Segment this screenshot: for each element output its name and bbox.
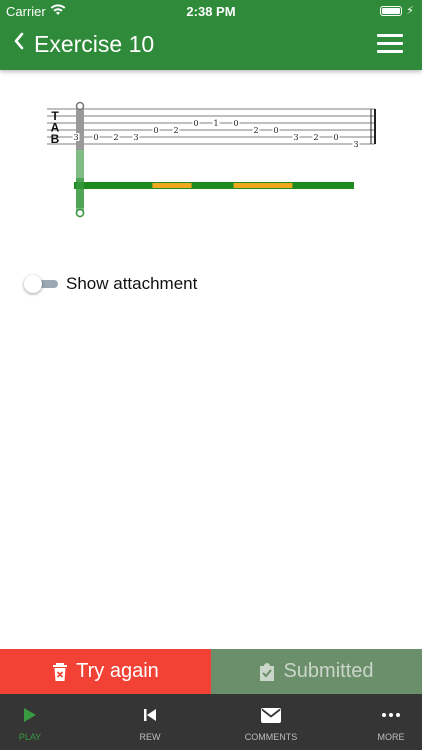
tab-fret-number: 3 xyxy=(353,140,358,149)
action-bar: Try again Submitted xyxy=(0,649,422,694)
timeline-highlight xyxy=(152,183,192,188)
tab-more-label: MORE xyxy=(377,732,405,742)
tab-fret-number: 2 xyxy=(173,126,178,135)
tab-fret-number: 0 xyxy=(233,119,238,128)
playhead-staff-section xyxy=(76,105,84,150)
playhead-top-handle xyxy=(75,101,85,111)
submitted-button[interactable]: Submitted xyxy=(211,649,422,694)
tab-fret-number: 1 xyxy=(213,119,218,128)
clipboard-check-icon xyxy=(260,662,275,681)
tab-rew-label: REW xyxy=(139,732,161,742)
tab-play-label: PLAY xyxy=(18,732,42,742)
trash-icon xyxy=(53,662,68,681)
tab-fret-number: 2 xyxy=(253,126,258,135)
tab-comments[interactable]: COMMENTS xyxy=(231,694,311,750)
charging-bolt-icon: ⚡ xyxy=(406,5,414,17)
rewind-icon xyxy=(144,709,156,721)
menu-button[interactable] xyxy=(377,34,403,54)
tab-fret-number: 0 xyxy=(193,119,198,128)
tab-rew[interactable]: REW xyxy=(110,694,190,750)
playhead-overlay xyxy=(76,178,84,208)
tab-fret-number: 0 xyxy=(273,126,278,135)
show-attachment-switch[interactable] xyxy=(24,274,58,294)
more-dots-icon xyxy=(382,713,400,717)
tab-fret-number: 3 xyxy=(73,133,78,142)
submitted-label: Submitted xyxy=(283,660,374,682)
tab-comments-label: COMMENTS xyxy=(244,732,298,742)
play-icon xyxy=(24,708,36,722)
tab-fret-number: 3 xyxy=(133,133,138,142)
playhead-bottom-handle xyxy=(75,208,85,218)
tab-play[interactable]: PLAY xyxy=(0,694,70,750)
chevron-left-icon xyxy=(14,32,24,50)
clock: 2:38 PM xyxy=(186,4,236,19)
tab-staff: TAB302302010203203 xyxy=(44,100,380,224)
try-again-button[interactable]: Try again xyxy=(0,649,211,694)
tab-more[interactable]: MORE xyxy=(351,694,422,750)
envelope-icon xyxy=(261,707,281,723)
timeline-highlight xyxy=(233,183,293,188)
try-again-label: Try again xyxy=(76,660,159,682)
back-button[interactable] xyxy=(10,30,28,52)
tab-fret-number: 0 xyxy=(93,133,98,142)
status-bar: Carrier 2:38 PM ⚡ xyxy=(0,0,422,22)
tablature: TAB 3 0 2 30 20 1 02 03 2 03 xyxy=(47,101,376,218)
tab-fret-number: 3 xyxy=(293,133,298,142)
tab-fret-number: 2 xyxy=(113,133,118,142)
show-attachment-label: Show attachment xyxy=(66,274,198,293)
timeline-bar xyxy=(74,182,354,189)
page-title: Exercise 10 xyxy=(34,31,155,57)
show-attachment-row[interactable]: Show attachment xyxy=(24,271,197,297)
tab-clef-letter: B xyxy=(51,132,60,146)
tab-fret-number: 0 xyxy=(153,126,158,135)
battery-icon xyxy=(380,6,402,16)
app-header: Carrier 2:38 PM ⚡ Exercise 10 xyxy=(0,0,422,70)
bottom-tab-bar: PLAY REW COMMENTS MORE xyxy=(0,694,422,750)
tab-fret-number: 2 xyxy=(313,133,318,142)
hamburger-menu-icon xyxy=(377,34,403,37)
tab-fret-number: 0 xyxy=(333,133,338,142)
